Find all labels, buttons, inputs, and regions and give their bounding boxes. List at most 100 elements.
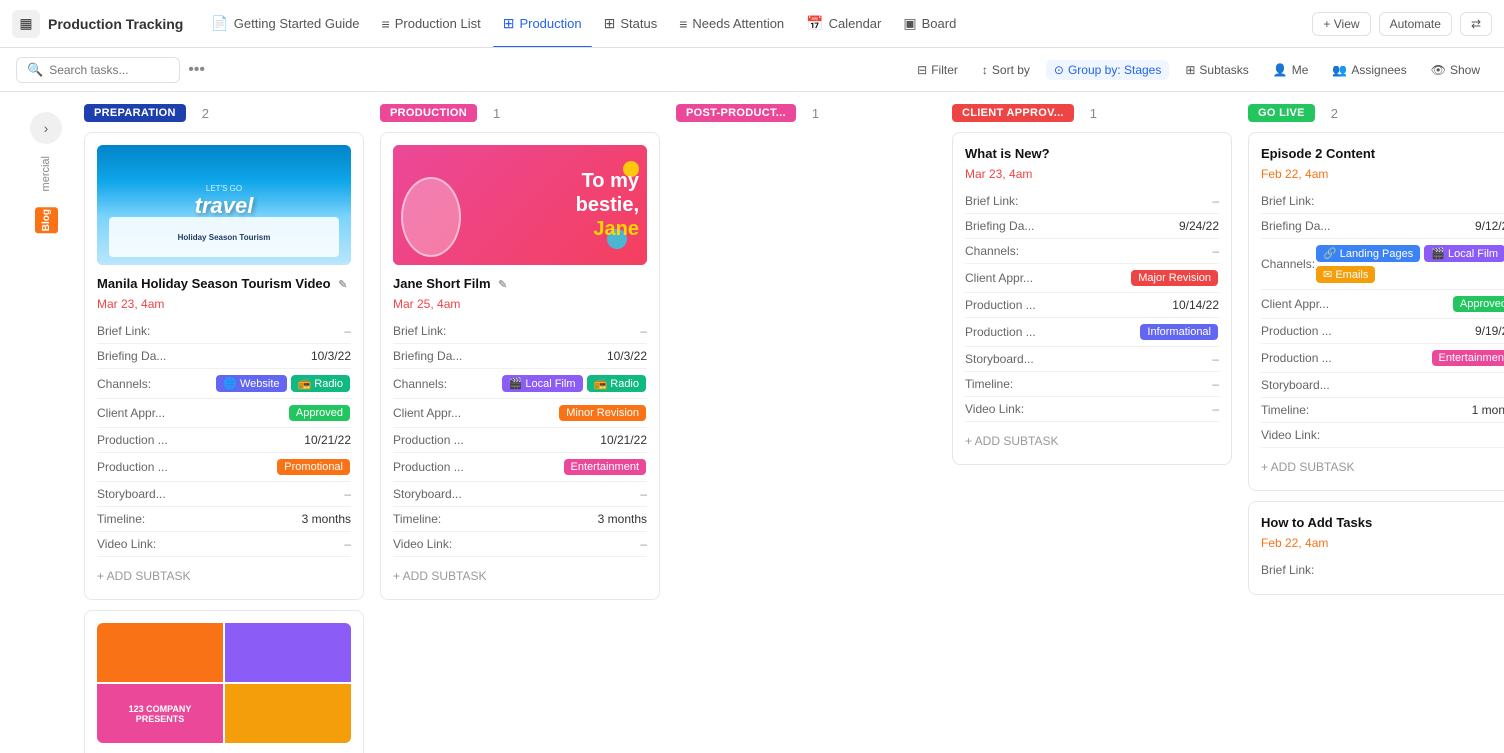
- field-prod-date: Production ... 10/21/22: [393, 428, 647, 453]
- card-date: Mar 23, 4am: [97, 297, 351, 311]
- field-client: Client Appr... Major Revision: [965, 264, 1219, 293]
- timeline-value: 1 month: [1472, 403, 1504, 417]
- field-channels: Channels: 🌐 Website 📻 Radio: [97, 369, 351, 399]
- add-subtask[interactable]: + ADD SUBTASK: [97, 565, 351, 587]
- prod-date-value: 10/14/22: [1172, 298, 1219, 312]
- briefing-value: 9/24/22: [1179, 219, 1219, 233]
- me-button[interactable]: 👤 Me: [1265, 60, 1317, 80]
- sort-button[interactable]: ↕ Sort by: [974, 60, 1038, 80]
- video-value: –: [1212, 402, 1219, 416]
- list-icon: ≡: [382, 16, 390, 32]
- client-badge: CLIENT APPROV...: [952, 104, 1074, 122]
- board-scroll: › mercial Blog PREPARATION 2 LET'S GO tr…: [0, 92, 1504, 753]
- tab-status[interactable]: ⊞ Status: [594, 6, 668, 42]
- column-client-approval: CLIENT APPROV... 1 What is New? Mar 23, …: [952, 104, 1232, 475]
- column-header: GO LIVE 2: [1248, 104, 1504, 122]
- channels-tags: 🎬 Local Film 📻 Radio: [501, 374, 647, 393]
- app-icon: ▦: [12, 10, 40, 38]
- subtasks-icon: ⊞: [1185, 63, 1195, 77]
- assignees-button[interactable]: 👥 Assignees: [1324, 60, 1414, 80]
- tab-label: Production: [519, 16, 581, 31]
- tab-board[interactable]: ▣ Board: [893, 6, 966, 42]
- prod-type-label: Production ...: [1261, 351, 1332, 365]
- card-123[interactable]: 123 COMPANYPRESENTS 123 Co. Team Buildin…: [84, 610, 364, 753]
- card-episode2[interactable]: Episode 2 Content Feb 22, 4am Brief Link…: [1248, 132, 1504, 491]
- toolbar-right: ⊟ Filter ↕ Sort by ⊙ Group by: Stages ⊞ …: [909, 60, 1488, 80]
- tag-informational: Informational: [1140, 324, 1218, 340]
- add-subtask[interactable]: + ADD SUBTASK: [965, 430, 1219, 452]
- field-channels: Channels: 🔗 Landing Pages 🎬 Local Film ✉…: [1261, 239, 1504, 290]
- column-header: CLIENT APPROV... 1: [952, 104, 1232, 122]
- board-icon: ▣: [903, 15, 916, 32]
- brief-value: –: [1212, 194, 1219, 208]
- field-briefing: Briefing Da... 10/3/22: [97, 344, 351, 369]
- tag-promotional: Promotional: [277, 459, 350, 475]
- storyboard-label: Storyboard...: [97, 487, 166, 501]
- channels-label: Channels:: [1261, 257, 1315, 271]
- subtasks-button[interactable]: ⊞ Subtasks: [1177, 60, 1256, 80]
- card-jane[interactable]: To mybestie,Jane Jane Short Film ✎ Mar 2…: [380, 132, 660, 600]
- view-button[interactable]: + View: [1312, 12, 1370, 36]
- video-label: Video Link:: [393, 537, 452, 551]
- golive-count: 2: [1331, 106, 1338, 121]
- video-value: –: [640, 537, 647, 551]
- card-title: How to Add Tasks: [1261, 514, 1504, 532]
- channels-tags: 🔗 Landing Pages 🎬 Local Film ✉ Emails: [1315, 244, 1504, 284]
- field-prod-type: Production ... Entertainment: [393, 453, 647, 482]
- tag-entertainment: Entertainment: [1432, 350, 1504, 366]
- tab-label: Calendar: [829, 16, 882, 31]
- add-subtask[interactable]: + ADD SUBTASK: [1261, 456, 1504, 478]
- field-video: Video Link: –: [965, 397, 1219, 422]
- tab-production-list[interactable]: ≡ Production List: [372, 6, 491, 42]
- eye-icon: 👁: [1431, 63, 1446, 77]
- card-date: Mar 23, 4am: [965, 167, 1219, 181]
- card-title: Episode 2 Content: [1261, 145, 1504, 163]
- column-production: PRODUCTION 1 To mybestie,Jane Jane Short…: [380, 104, 660, 610]
- golive-badge: GO LIVE: [1248, 104, 1315, 122]
- tag-entertainment: Entertainment: [564, 459, 646, 475]
- column-go-live: GO LIVE 2 Episode 2 Content Feb 22, 4am …: [1248, 104, 1504, 605]
- field-storyboard: Storyboard... –: [393, 482, 647, 507]
- brief-label: Brief Link:: [1261, 194, 1314, 208]
- more-options-icon[interactable]: •••: [188, 61, 205, 79]
- storyboard-value: –: [344, 487, 351, 501]
- field-prod-date: Production ... 9/19/22: [1261, 319, 1504, 344]
- briefing-value: 10/3/22: [607, 349, 647, 363]
- video-label: Video Link:: [965, 402, 1024, 416]
- prod-date-label: Production ...: [393, 433, 464, 447]
- group-button[interactable]: ⊙ Group by: Stages: [1046, 60, 1169, 80]
- production-count: 1: [493, 106, 500, 121]
- card-how-to-add[interactable]: How to Add Tasks Feb 22, 4am Brief Link:…: [1248, 501, 1504, 595]
- prod-date-value: 10/21/22: [304, 433, 351, 447]
- img-cell-2: [225, 623, 351, 682]
- card-what-is-new[interactable]: What is New? Mar 23, 4am Brief Link: – B…: [952, 132, 1232, 465]
- sort-icon: ↕: [982, 63, 988, 77]
- field-briefing: Briefing Da... 10/3/22: [393, 344, 647, 369]
- search-box[interactable]: 🔍: [16, 57, 180, 83]
- storyboard-label: Storyboard...: [393, 487, 462, 501]
- column-header: PRODUCTION 1: [380, 104, 660, 122]
- nav-actions: + View Automate ⇄: [1312, 12, 1492, 36]
- top-nav: ▦ Production Tracking 📄 Getting Started …: [0, 0, 1504, 48]
- briefing-label: Briefing Da...: [1261, 219, 1330, 233]
- doc-icon: 📄: [211, 15, 228, 32]
- field-storyboard: Storyboard... –: [965, 347, 1219, 372]
- tab-needs-attention[interactable]: ≡ Needs Attention: [669, 6, 794, 42]
- card-manila[interactable]: LET'S GO travel — Holiday Season Tourism…: [84, 132, 364, 600]
- field-prod-date: Production ... 10/14/22: [965, 293, 1219, 318]
- search-input[interactable]: [49, 63, 169, 77]
- tab-calendar[interactable]: 📅 Calendar: [796, 6, 891, 42]
- prod-type-label: Production ...: [965, 325, 1036, 339]
- automate-button[interactable]: Automate: [1379, 12, 1452, 36]
- field-timeline: Timeline: –: [965, 372, 1219, 397]
- tab-getting-started[interactable]: 📄 Getting Started Guide: [201, 6, 369, 42]
- show-button[interactable]: 👁 Show: [1423, 60, 1488, 80]
- add-subtask[interactable]: + ADD SUBTASK: [393, 565, 647, 587]
- tab-label: Needs Attention: [692, 16, 784, 31]
- collapsed-column[interactable]: › mercial Blog: [16, 104, 76, 234]
- filter-button[interactable]: ⊟ Filter: [909, 60, 966, 80]
- tab-production[interactable]: ⊞ Production: [493, 6, 592, 42]
- share-button[interactable]: ⇄: [1460, 12, 1492, 36]
- timeline-value: 3 months: [598, 512, 647, 526]
- field-brief: Brief Link: –: [97, 319, 351, 344]
